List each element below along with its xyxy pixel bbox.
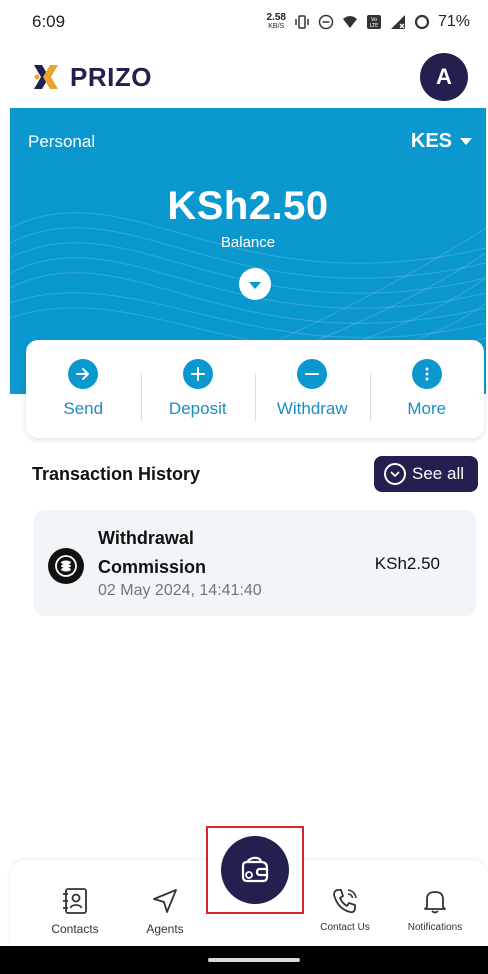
navigation-arrow-icon	[153, 889, 177, 913]
vibrate-icon	[295, 15, 309, 29]
phone-call-icon	[333, 889, 357, 914]
nav-notifications[interactable]: Notifications	[390, 886, 480, 933]
currency-code: KES	[410, 130, 452, 152]
transaction-history-title: Transaction History	[32, 463, 201, 484]
withdraw-label: Withdraw	[276, 399, 348, 418]
system-gesture-bar	[0, 946, 488, 974]
transaction-name: Withdrawal Commission	[98, 528, 207, 577]
more-button[interactable]: More	[369, 359, 485, 421]
nav-contact-us-label: Contact Us	[320, 922, 370, 933]
contacts-book-icon	[63, 888, 87, 914]
coins-icon	[48, 548, 84, 584]
wifi-icon	[342, 16, 357, 28]
withdraw-button[interactable]: Withdraw	[255, 359, 370, 421]
see-all-button[interactable]: See all	[374, 456, 478, 492]
brand-logo: PRIZO	[32, 62, 152, 93]
app-header: PRIZO A	[0, 50, 488, 104]
avatar[interactable]: A	[420, 53, 468, 101]
balance-amount: KSh2.50	[167, 184, 329, 228]
balance-label: Balance	[220, 234, 276, 251]
transaction-date: 02 May 2024, 14:41:40	[98, 582, 262, 599]
more-label: More	[407, 399, 447, 418]
battery-icon	[414, 14, 430, 30]
nav-contacts-label: Contacts	[51, 922, 99, 936]
caret-down-icon	[460, 138, 472, 145]
balance-expand-button[interactable]	[239, 268, 271, 300]
currency-selector[interactable]: KES	[411, 130, 472, 153]
signal-icon	[390, 15, 405, 29]
see-all-label: See all	[412, 464, 464, 483]
bell-icon	[424, 891, 446, 914]
brand-name: PRIZO	[70, 61, 152, 92]
transaction-amount: KSh2.50	[374, 554, 440, 573]
more-vertical-icon	[411, 359, 442, 389]
svg-text:LTE: LTE	[370, 23, 378, 29]
deposit-button[interactable]: Deposit	[140, 359, 256, 421]
transaction-history-header: Transaction History See all	[32, 456, 478, 492]
chevron-down-icon	[249, 282, 261, 289]
network-speed: 2.58 KB/S	[267, 13, 286, 31]
transaction-item[interactable]: Withdrawal Commission 02 May 2024, 14:41…	[34, 510, 476, 616]
send-button[interactable]: Send	[26, 359, 141, 419]
arrow-right-icon	[68, 359, 99, 389]
status-time: 6:09	[32, 12, 66, 31]
avatar-initial: A	[436, 64, 452, 89]
prizo-logo-icon	[34, 65, 58, 89]
status-bar: 6:09 2.58 KB/S Vo LTE 71%	[0, 0, 488, 44]
nav-contacts[interactable]: Contacts	[30, 886, 120, 936]
plus-icon	[182, 359, 213, 389]
minus-icon	[297, 359, 328, 389]
nav-agents-label: Agents	[146, 922, 184, 936]
quick-actions: Send Deposit Withdraw More	[26, 340, 484, 438]
home-gesture-handle[interactable]	[208, 958, 300, 962]
nav-notifications-label: Notifications	[407, 922, 463, 933]
chevron-circle-down-icon	[384, 463, 407, 485]
account-type-label: Personal	[28, 132, 96, 151]
dnd-icon	[318, 14, 334, 30]
highlight-frame	[206, 826, 304, 914]
volte-icon: VoLTE	[366, 15, 381, 29]
nav-contact-us[interactable]: Contact Us	[300, 886, 390, 933]
status-icons: 2.58 KB/S Vo LTE 71%	[267, 13, 471, 31]
battery-percent: 71%	[437, 13, 470, 30]
nav-agents[interactable]: Agents	[120, 886, 210, 936]
net-speed-unit: KB/S	[268, 23, 285, 30]
send-label: Send	[63, 399, 104, 418]
deposit-label: Deposit	[168, 399, 227, 418]
